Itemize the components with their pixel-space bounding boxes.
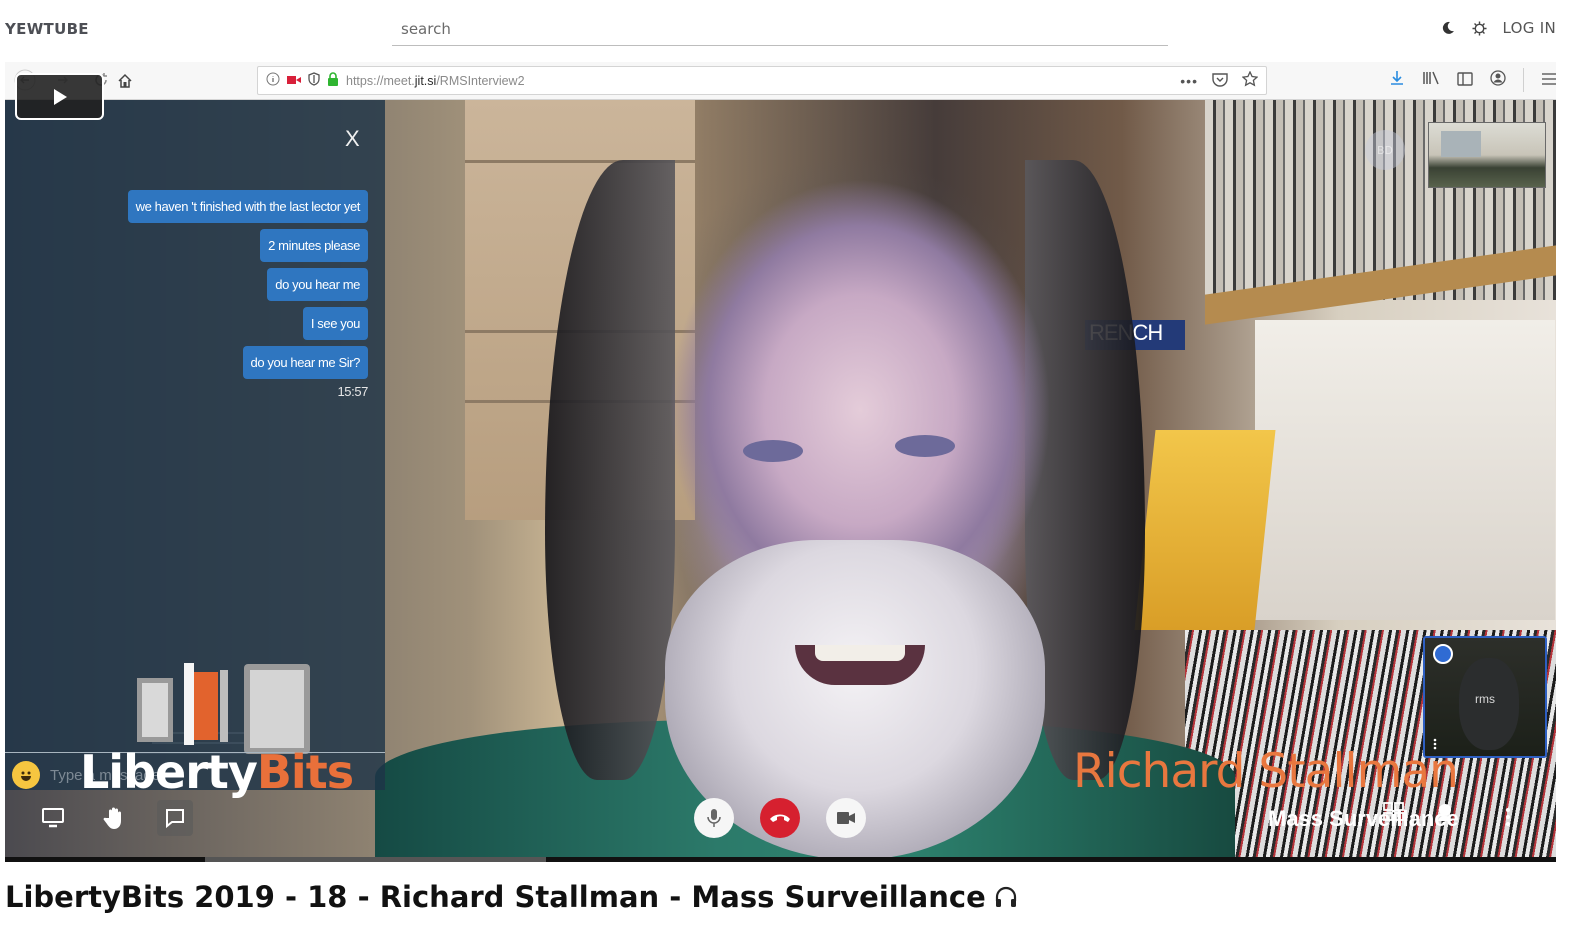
jitsi-left-toolbar xyxy=(35,800,193,836)
chevron-right-icon: › xyxy=(1538,762,1544,777)
libertybits-logo-icon xyxy=(132,663,312,754)
pocket-icon xyxy=(1212,72,1228,90)
call-controls xyxy=(694,798,866,838)
hangup-icon xyxy=(760,798,800,838)
audio-indicator-icon xyxy=(1433,644,1453,664)
speaker-name: Richard Stallman xyxy=(1073,744,1459,799)
chat-message: 2 minutes please xyxy=(260,229,368,262)
menu-icon xyxy=(1541,71,1556,90)
browser-toolbar-right xyxy=(1389,68,1556,92)
video-progress-bar[interactable] xyxy=(5,857,1556,862)
tile-view-icon xyxy=(1383,802,1405,826)
lock-icon xyxy=(327,72,339,89)
play-icon xyxy=(53,88,67,105)
participant-thumbnail xyxy=(1428,122,1546,188)
sidebar-icon xyxy=(1457,71,1473,90)
invite-icon xyxy=(1435,802,1455,826)
chat-message: do you hear me xyxy=(267,268,368,301)
video-camera-icon xyxy=(826,798,866,838)
chat-messages: we haven 't finished with the last lecto… xyxy=(127,190,368,379)
download-icon xyxy=(1389,70,1405,90)
more-icon: ••• xyxy=(1180,72,1198,89)
gear-icon[interactable] xyxy=(1471,17,1489,39)
home-icon xyxy=(113,69,137,93)
speaker-teeth xyxy=(815,645,905,661)
play-button[interactable] xyxy=(15,73,104,120)
chat-message: do you hear me Sir? xyxy=(242,346,368,379)
info-icon xyxy=(266,72,280,89)
libertybits-wordmark: LibertyBits xyxy=(80,745,354,799)
header-actions: LOG IN xyxy=(1439,17,1556,39)
scene-yellow-book xyxy=(1134,430,1276,630)
bookmark-star-icon xyxy=(1241,70,1259,90)
url-actions: ••• xyxy=(1180,70,1259,90)
moon-icon[interactable] xyxy=(1439,17,1457,39)
chat-close-button: X xyxy=(345,126,360,151)
raise-hand-icon xyxy=(96,800,132,836)
video-player[interactable]: https://meet.jit.si/RMSInterview2 ••• X … xyxy=(5,62,1556,862)
scene-bookstack xyxy=(1255,320,1555,620)
headphones-icon xyxy=(995,886,1016,907)
emoji-icon xyxy=(12,761,40,789)
speaker-eye xyxy=(895,435,955,457)
more-vertical-icon xyxy=(1506,808,1510,826)
site-logo[interactable]: YEWTUBE xyxy=(5,20,89,38)
search-input[interactable] xyxy=(392,12,1168,46)
chat-message: I see you xyxy=(302,307,368,340)
library-icon xyxy=(1422,70,1440,90)
camera-icon xyxy=(287,74,301,88)
site-header: YEWTUBE LOG IN xyxy=(0,0,1574,58)
video-title: LibertyBits 2019 - 18 - Richard Stallman… xyxy=(5,880,1018,914)
chat-panel: X we haven 't finished with the last lec… xyxy=(5,100,385,790)
login-button[interactable]: LOG IN xyxy=(1503,19,1556,37)
chat-timestamp: 15:57 xyxy=(337,384,368,399)
shield-icon xyxy=(308,72,320,89)
jitsi-right-toolbar xyxy=(1383,802,1455,826)
microphone-icon xyxy=(694,798,734,838)
toolbar-separator xyxy=(1523,68,1524,92)
chat-icon xyxy=(157,800,193,836)
account-icon xyxy=(1490,70,1506,90)
screenshare-icon xyxy=(35,800,71,836)
progress-buffered xyxy=(205,857,547,862)
chat-message: we haven 't finished with the last lecto… xyxy=(127,190,368,223)
video-browser-toolbar: https://meet.jit.si/RMSInterview2 ••• xyxy=(5,62,1556,100)
speaker-eye xyxy=(743,440,803,462)
self-view-thumbnail: rms xyxy=(1423,636,1547,758)
video-url-bar: https://meet.jit.si/RMSInterview2 ••• xyxy=(257,66,1267,95)
participant-avatar: BD xyxy=(1365,130,1405,170)
